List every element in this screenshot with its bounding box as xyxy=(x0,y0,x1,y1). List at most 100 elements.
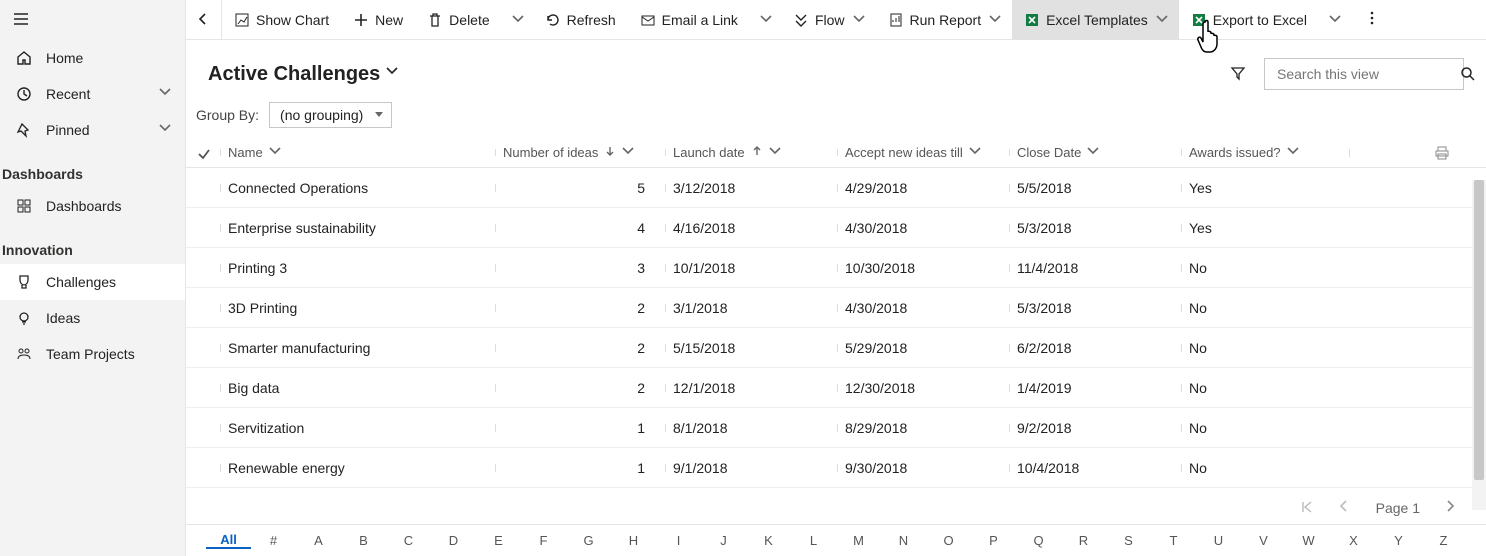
alpha-o[interactable]: O xyxy=(926,533,971,548)
nav-group-innovation: Innovation xyxy=(0,224,185,264)
nav-item-dashboards[interactable]: Dashboards xyxy=(0,188,185,224)
alpha-c[interactable]: C xyxy=(386,533,431,548)
search-box[interactable] xyxy=(1264,58,1464,90)
nav-item-label: Team Projects xyxy=(46,346,135,362)
cell-name: Connected Operations xyxy=(220,180,495,196)
column-header-awards[interactable]: Awards issued? xyxy=(1181,145,1349,160)
refresh-button[interactable]: Refresh xyxy=(533,0,628,40)
view-picker-chevron[interactable] xyxy=(386,66,400,83)
column-header-ideas[interactable]: Number of ideas xyxy=(495,145,665,160)
alpha-f[interactable]: F xyxy=(521,533,566,548)
email-link-dropdown[interactable] xyxy=(750,0,781,40)
delete-button[interactable]: Delete xyxy=(415,0,501,40)
table-row[interactable]: Renewable energy 1 9/1/2018 9/30/2018 10… xyxy=(186,448,1486,488)
nav-item-label: Recent xyxy=(46,86,90,102)
table-row[interactable]: Printing 3 3 10/1/2018 10/30/2018 11/4/2… xyxy=(186,248,1486,288)
sort-desc-icon xyxy=(604,145,616,160)
table-row[interactable]: Smarter manufacturing 2 5/15/2018 5/29/2… xyxy=(186,328,1486,368)
nav-item-home[interactable]: Home xyxy=(0,40,185,76)
run-report-button[interactable]: Run Report xyxy=(876,0,1013,40)
alpha-h[interactable]: H xyxy=(611,533,656,548)
alpha-q[interactable]: Q xyxy=(1016,533,1061,548)
alpha-e[interactable]: E xyxy=(476,533,521,548)
alpha-r[interactable]: R xyxy=(1061,533,1106,548)
table-row[interactable]: Enterprise sustainability 4 4/16/2018 4/… xyxy=(186,208,1486,248)
cell-accept: 8/29/2018 xyxy=(837,420,1009,436)
alpha-t[interactable]: T xyxy=(1151,533,1196,548)
filter-button[interactable] xyxy=(1230,65,1246,84)
alpha-v[interactable]: V xyxy=(1241,533,1286,548)
content-area: Active Challenges Group By: (no grouping… xyxy=(186,40,1486,556)
table-row[interactable]: 3D Printing 2 3/1/2018 4/30/2018 5/3/201… xyxy=(186,288,1486,328)
nav-item-pinned[interactable]: Pinned xyxy=(0,112,185,148)
grid-body: Connected Operations 5 3/12/2018 4/29/20… xyxy=(186,168,1486,488)
overflow-button[interactable] xyxy=(1354,10,1396,29)
cell-name: Enterprise sustainability xyxy=(220,220,495,236)
select-all-checkbox[interactable] xyxy=(186,146,220,160)
nav-item-team-projects[interactable]: Team Projects xyxy=(0,336,185,372)
alpha-n[interactable]: N xyxy=(881,533,926,548)
alpha-p[interactable]: P xyxy=(971,533,1016,548)
team-icon xyxy=(14,344,34,364)
export-excel-button[interactable]: Export to Excel xyxy=(1179,0,1319,40)
flow-icon xyxy=(793,12,809,28)
show-chart-button[interactable]: Show Chart xyxy=(222,0,341,40)
alpha-l[interactable]: L xyxy=(791,533,836,548)
alpha-d[interactable]: D xyxy=(431,533,476,548)
back-button[interactable] xyxy=(186,0,222,40)
email-link-button[interactable]: Email a Link xyxy=(628,0,750,40)
page-label: Page 1 xyxy=(1376,500,1420,516)
vertical-scrollbar[interactable] xyxy=(1472,180,1486,510)
cell-accept: 12/30/2018 xyxy=(837,380,1009,396)
alpha-k[interactable]: K xyxy=(746,533,791,548)
column-header-accept[interactable]: Accept new ideas till xyxy=(837,145,1009,160)
next-page-button[interactable] xyxy=(1444,500,1458,517)
new-button[interactable]: New xyxy=(341,0,415,40)
command-bar: Show ChartNew Delete RefreshEmail a Link Fl… xyxy=(186,0,1486,40)
alpha-s[interactable]: S xyxy=(1106,533,1151,548)
print-button[interactable] xyxy=(1349,145,1486,161)
excel-templates-button[interactable]: Excel Templates xyxy=(1012,0,1179,40)
cell-ideas: 1 xyxy=(495,420,665,436)
table-row[interactable]: Big data 2 12/1/2018 12/30/2018 1/4/2019… xyxy=(186,368,1486,408)
alpha-all[interactable]: All xyxy=(206,532,251,549)
cmd-label: Delete xyxy=(449,12,489,28)
cmd-label: Run Report xyxy=(910,12,982,28)
nav-collapse-button[interactable] xyxy=(0,0,185,40)
cell-name: 3D Printing xyxy=(220,300,495,316)
delete-dropdown[interactable] xyxy=(502,0,533,40)
column-header-close[interactable]: Close Date xyxy=(1009,145,1181,160)
cell-accept: 9/30/2018 xyxy=(837,460,1009,476)
table-row[interactable]: Servitization 1 8/1/2018 8/29/2018 9/2/2… xyxy=(186,408,1486,448)
prev-page-button[interactable] xyxy=(1338,500,1352,517)
export-excel-dropdown[interactable] xyxy=(1319,0,1350,40)
chevron-down-icon xyxy=(853,12,864,28)
cell-awards: Yes xyxy=(1181,220,1349,236)
alpha-z[interactable]: Z xyxy=(1421,533,1466,548)
scrollbar-thumb[interactable] xyxy=(1474,180,1484,480)
nav-item-ideas[interactable]: Ideas xyxy=(0,300,185,336)
alpha-b[interactable]: B xyxy=(341,533,386,548)
alpha-w[interactable]: W xyxy=(1286,533,1331,548)
first-page-button[interactable] xyxy=(1300,500,1314,517)
table-row[interactable]: Connected Operations 5 3/12/2018 4/29/20… xyxy=(186,168,1486,208)
alpha-a[interactable]: A xyxy=(296,533,341,548)
view-title[interactable]: Active Challenges xyxy=(208,63,380,86)
nav-item-challenges[interactable]: Challenges xyxy=(0,264,185,300)
search-input[interactable] xyxy=(1275,65,1460,83)
alpha-g[interactable]: G xyxy=(566,533,611,548)
alpha-m[interactable]: M xyxy=(836,533,881,548)
cell-launch: 3/1/2018 xyxy=(665,300,837,316)
nav-item-label: Dashboards xyxy=(46,198,122,214)
nav-item-recent[interactable]: Recent xyxy=(0,76,185,112)
alpha-#[interactable]: # xyxy=(251,533,296,548)
alpha-y[interactable]: Y xyxy=(1376,533,1421,548)
alpha-u[interactable]: U xyxy=(1196,533,1241,548)
column-header-launch[interactable]: Launch date xyxy=(665,145,837,160)
flow-button[interactable]: Flow xyxy=(781,0,876,40)
column-header-name[interactable]: Name xyxy=(220,145,495,160)
alpha-j[interactable]: J xyxy=(701,533,746,548)
groupby-select[interactable]: (no grouping) xyxy=(269,102,392,128)
alpha-x[interactable]: X xyxy=(1331,533,1376,548)
alpha-i[interactable]: I xyxy=(656,533,701,548)
